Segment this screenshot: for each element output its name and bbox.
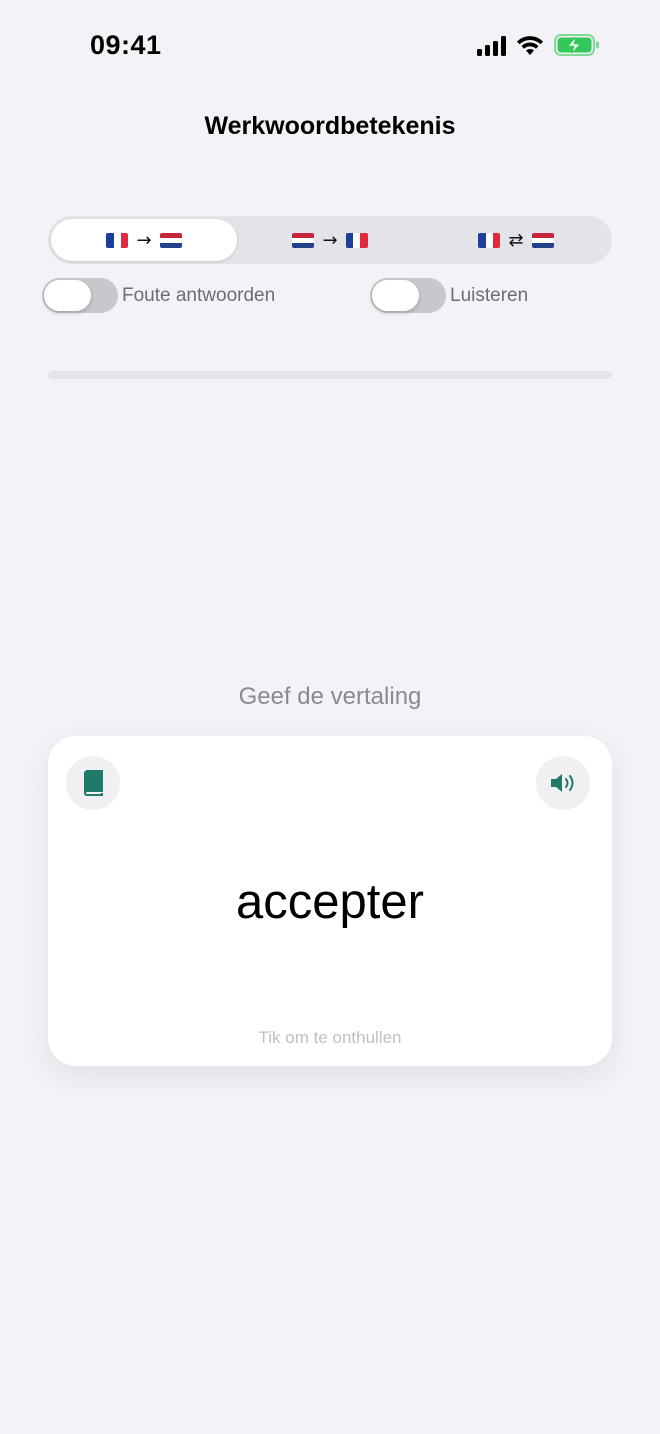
arrow-right-icon: → — [322, 229, 338, 251]
wrong-answers-toggle[interactable] — [42, 278, 118, 313]
flashcard-word: accepter — [236, 875, 424, 929]
swap-arrows-icon: ⇄ — [508, 229, 524, 251]
direction-segmented-control: → → ⇄ — [48, 216, 612, 264]
direction-option-fr-to-nl[interactable]: → — [51, 219, 237, 261]
cellular-signal-icon — [477, 34, 506, 56]
battery-charging-icon — [554, 34, 599, 56]
speaker-icon — [551, 774, 574, 792]
flag-fr-icon — [478, 232, 501, 248]
wifi-icon — [517, 35, 543, 55]
dictionary-button[interactable] — [66, 756, 120, 810]
flag-nl-icon — [159, 232, 182, 248]
listen-row: Luisteren — [370, 278, 528, 313]
flag-fr-icon — [106, 232, 129, 248]
arrow-right-icon: → — [136, 229, 152, 251]
flashcard[interactable]: accepter Tik om te onthullen — [48, 736, 612, 1066]
direction-option-both[interactable]: ⇄ — [423, 219, 609, 261]
wrong-answers-label: Foute antwoorden — [122, 284, 276, 306]
status-icons — [477, 34, 600, 56]
book-icon — [84, 770, 103, 796]
status-time: 09:41 — [90, 30, 162, 60]
toggle-knob — [372, 280, 419, 311]
prompt-text: Geef de vertaling — [238, 683, 422, 710]
screen: 09:41 Werkwoordbetekenis → → ⇄ Foute ant… — [0, 0, 660, 1434]
listen-toggle[interactable] — [370, 278, 446, 313]
reveal-hint: Tik om te onthullen — [258, 1028, 402, 1047]
page-title: Werkwoordbetekenis — [204, 112, 456, 140]
speak-button[interactable] — [536, 756, 590, 810]
toggle-knob — [44, 280, 91, 311]
listen-label: Luisteren — [450, 284, 529, 306]
wrong-answers-row: Foute antwoorden — [42, 278, 275, 313]
flag-nl-icon — [292, 232, 315, 248]
progress-bar — [48, 371, 612, 379]
flag-nl-icon — [531, 232, 554, 248]
flag-fr-icon — [345, 232, 368, 248]
direction-option-nl-to-fr[interactable]: → — [237, 219, 423, 261]
